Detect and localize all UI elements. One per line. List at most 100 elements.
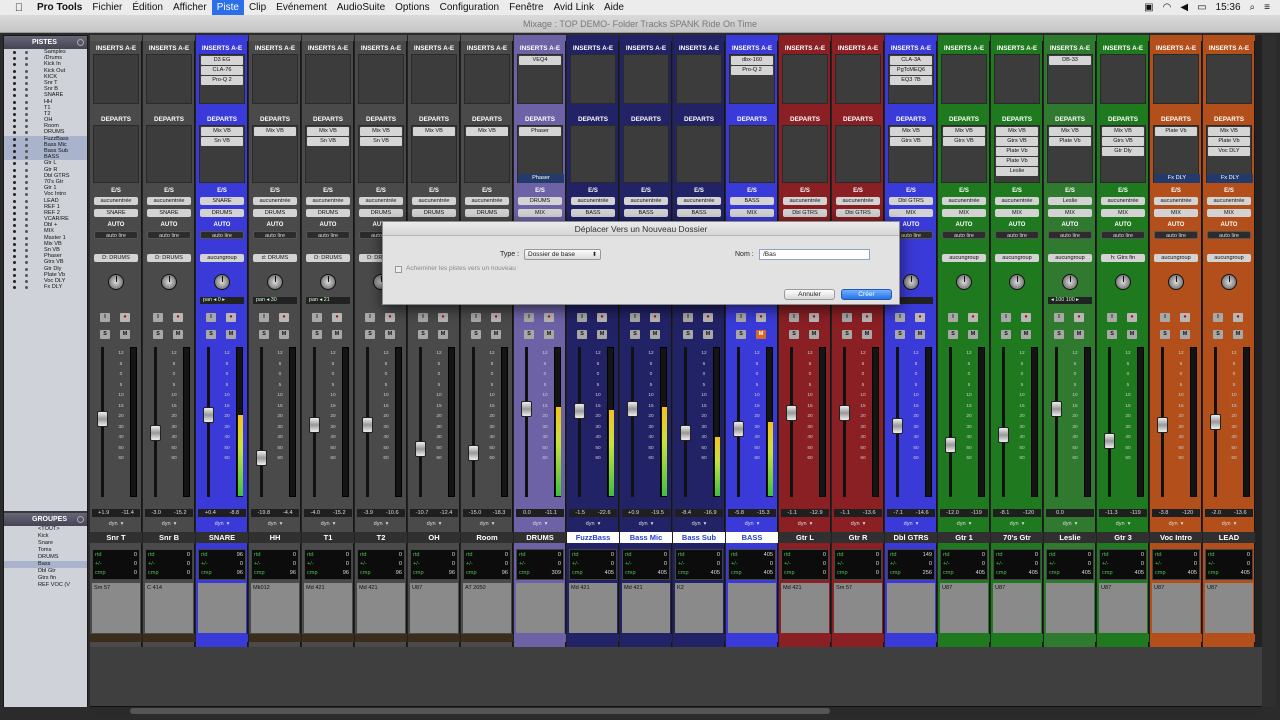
- send-slot[interactable]: Leslie: [996, 167, 1038, 176]
- insert-slot[interactable]: [678, 96, 720, 105]
- output-selector[interactable]: DRUMS: [306, 209, 350, 217]
- send-slot[interactable]: [890, 147, 932, 156]
- pan-knob[interactable]: [320, 274, 336, 290]
- send-slot[interactable]: Phaser: [519, 127, 561, 136]
- send-slot[interactable]: [837, 127, 879, 136]
- insert-slot[interactable]: [307, 96, 349, 105]
- insert-slot[interactable]: [1049, 66, 1091, 75]
- volume-value[interactable]: -1.1: [840, 509, 850, 517]
- insert-slot[interactable]: [890, 96, 932, 105]
- track-name[interactable]: Bass Mic: [620, 532, 672, 543]
- input-monitor-button[interactable]: I: [312, 313, 322, 322]
- volume-fader[interactable]: [150, 424, 161, 441]
- track-name[interactable]: Gtr L: [779, 532, 831, 543]
- insert-slot[interactable]: PgTcMEQ6: [890, 66, 932, 75]
- group-selector[interactable]: D: DRUMS: [306, 254, 350, 262]
- send-slot[interactable]: Mix VB: [890, 127, 932, 136]
- group-list-item[interactable]: Kick: [4, 533, 87, 540]
- record-button[interactable]: ●: [756, 313, 766, 322]
- send-slot[interactable]: [625, 147, 667, 156]
- send-slot[interactable]: Mix VB: [413, 127, 455, 136]
- solo-button[interactable]: S: [1054, 330, 1064, 339]
- send-slot[interactable]: [466, 157, 508, 166]
- mute-button[interactable]: M: [491, 330, 501, 339]
- solo-button[interactable]: S: [1160, 330, 1170, 339]
- automation-mode[interactable]: auto lire: [1207, 231, 1251, 239]
- input-monitor-button[interactable]: I: [524, 313, 534, 322]
- insert-slot[interactable]: DB-33: [1049, 56, 1091, 65]
- input-selector[interactable]: aucunentrée: [147, 197, 191, 205]
- send-slot[interactable]: [413, 137, 455, 146]
- insert-slot[interactable]: [1155, 66, 1197, 75]
- send-slot[interactable]: [413, 157, 455, 166]
- insert-slot[interactable]: [254, 76, 296, 85]
- send-slot[interactable]: Mix VB: [996, 127, 1038, 136]
- input-selector[interactable]: aucunentrée: [783, 197, 827, 205]
- input-monitor-button[interactable]: I: [418, 313, 428, 322]
- insert-slot[interactable]: [148, 66, 190, 75]
- input-monitor-button[interactable]: I: [842, 313, 852, 322]
- name-input[interactable]: /Bas: [759, 249, 870, 260]
- insert-slot[interactable]: D3 EG: [201, 56, 243, 65]
- volume-fader[interactable]: [309, 416, 320, 433]
- insert-slot[interactable]: [996, 86, 1038, 95]
- record-button[interactable]: ●: [650, 313, 660, 322]
- insert-slot[interactable]: [413, 56, 455, 65]
- send-slot[interactable]: [1049, 167, 1091, 176]
- group-list-item[interactable]: <TOUT>: [4, 526, 87, 533]
- insert-slot[interactable]: [360, 56, 402, 65]
- insert-slot[interactable]: [307, 56, 349, 65]
- comments-box[interactable]: Sm 57: [92, 583, 140, 633]
- record-button[interactable]: ●: [491, 313, 501, 322]
- track-name[interactable]: SNARE: [196, 532, 248, 543]
- send-slot[interactable]: [201, 147, 243, 156]
- send-slot[interactable]: [307, 157, 349, 166]
- group-selector[interactable]: D: DRUMS: [147, 254, 191, 262]
- volume-fader[interactable]: [892, 418, 903, 435]
- input-monitor-button[interactable]: I: [206, 313, 216, 322]
- insert-slot[interactable]: [837, 96, 879, 105]
- group-list-item[interactable]: Snare: [4, 540, 87, 547]
- create-button[interactable]: Créer: [841, 289, 892, 300]
- mute-button[interactable]: M: [120, 330, 130, 339]
- send-slot[interactable]: [148, 137, 190, 146]
- insert-slot[interactable]: [95, 96, 137, 105]
- input-selector[interactable]: BASS: [730, 197, 774, 205]
- output-selector[interactable]: SNARE: [147, 209, 191, 217]
- insert-slot[interactable]: CLA-76: [201, 66, 243, 75]
- insert-slot[interactable]: [201, 86, 243, 95]
- mute-button[interactable]: M: [597, 330, 607, 339]
- insert-slot[interactable]: [95, 76, 137, 85]
- output-selector[interactable]: BASS: [571, 209, 615, 217]
- volume-fader[interactable]: [468, 444, 479, 461]
- pan-knob[interactable]: [1062, 274, 1078, 290]
- output-selector[interactable]: MIX: [1101, 209, 1145, 217]
- insert-slot[interactable]: [413, 66, 455, 75]
- group-list[interactable]: <TOUT> Kick Snare Toms DRUMS Bass Dbl Gtr Gtrs …: [4, 526, 87, 589]
- menu-item[interactable]: Aide: [599, 0, 629, 15]
- insert-slot[interactable]: [360, 86, 402, 95]
- input-selector[interactable]: aucunentrée: [306, 197, 350, 205]
- insert-slot[interactable]: [943, 96, 985, 105]
- status-icon[interactable]: ▣: [1144, 2, 1153, 13]
- volume-fader[interactable]: [786, 404, 797, 421]
- send-slot[interactable]: Voc DLY: [1208, 147, 1250, 156]
- dyn-button[interactable]: dyn: [1169, 520, 1178, 528]
- insert-slot[interactable]: [784, 76, 826, 85]
- pan-knob[interactable]: [1168, 274, 1184, 290]
- insert-slot[interactable]: [943, 66, 985, 75]
- record-button[interactable]: ●: [332, 313, 342, 322]
- volume-fader[interactable]: [362, 416, 373, 433]
- send-slot[interactable]: [731, 127, 773, 136]
- pan-knob[interactable]: [214, 274, 230, 290]
- insert-slot[interactable]: [1155, 76, 1197, 85]
- send-slot[interactable]: Sn VB: [360, 137, 402, 146]
- insert-slot[interactable]: [466, 56, 508, 65]
- record-button[interactable]: ●: [1021, 313, 1031, 322]
- input-monitor-button[interactable]: I: [683, 313, 693, 322]
- send-slot[interactable]: [519, 157, 561, 166]
- dyn-button[interactable]: dyn: [321, 520, 330, 528]
- send-slot[interactable]: Plate Vb: [996, 157, 1038, 166]
- mute-button[interactable]: M: [862, 330, 872, 339]
- solo-button[interactable]: S: [365, 330, 375, 339]
